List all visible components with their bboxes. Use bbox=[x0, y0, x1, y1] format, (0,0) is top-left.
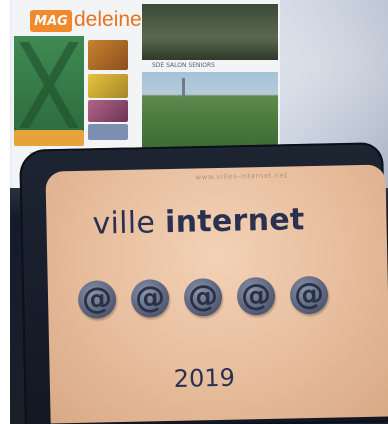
mag-title: deleine bbox=[74, 8, 142, 31]
title-ville: ville bbox=[92, 205, 166, 242]
thumbnail bbox=[88, 40, 128, 70]
thumbnail bbox=[88, 100, 128, 122]
thumbnail bbox=[88, 74, 128, 98]
thumbnail bbox=[88, 124, 128, 140]
plaque-title: ville internet bbox=[92, 202, 305, 241]
at-symbol-icon: @ bbox=[236, 276, 276, 316]
mag-logo: MAG bbox=[30, 10, 72, 32]
plaque-year: 2019 bbox=[173, 363, 236, 393]
at-rating: @ @ @ @ @ bbox=[77, 275, 329, 329]
group-photo bbox=[142, 4, 278, 60]
at-symbol-icon: @ bbox=[130, 279, 170, 318]
title-internet: internet bbox=[164, 202, 305, 241]
photo-caption: SDE SALON SENIORS bbox=[152, 62, 215, 69]
aerial-photo bbox=[142, 72, 278, 152]
at-symbol-icon: @ bbox=[183, 277, 223, 317]
at-symbol-icon: @ bbox=[77, 280, 117, 319]
plaque: www.villes-internet.net ville internet @… bbox=[45, 164, 388, 424]
plaque-url: www.villes-internet.net bbox=[195, 171, 288, 182]
thumbnail bbox=[14, 130, 84, 146]
photo: MAG deleine SDE SALON SENIORS www.villes… bbox=[10, 0, 388, 424]
at-symbol-icon: @ bbox=[289, 275, 329, 315]
cover-image bbox=[14, 36, 84, 132]
